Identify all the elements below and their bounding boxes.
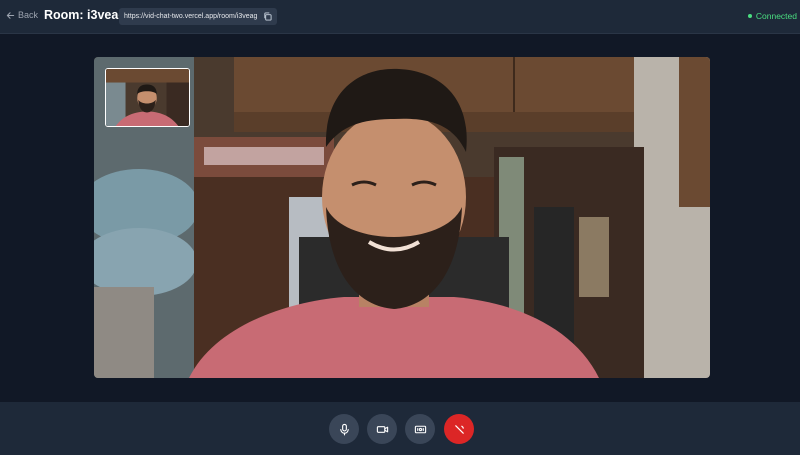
camera-button[interactable]	[367, 414, 397, 444]
back-button[interactable]: Back	[6, 10, 38, 20]
status-dot-icon	[747, 14, 752, 18]
screen-share-button[interactable]	[405, 414, 435, 444]
arrow-left-icon	[6, 11, 15, 19]
video-stage	[0, 34, 800, 402]
status-text: Connected	[755, 11, 797, 21]
phone-off-icon	[454, 424, 464, 434]
end-call-button[interactable]	[444, 414, 474, 444]
mic-button[interactable]	[329, 414, 359, 444]
connection-status: Connected	[747, 11, 797, 21]
room-title: Room: i3veag	[44, 8, 126, 22]
remote-video	[94, 57, 710, 378]
back-label: Back	[18, 10, 39, 20]
call-controls-bar	[0, 402, 800, 455]
video-icon	[376, 425, 388, 433]
top-bar: Back Room: i3veag https://vid-chat-two.v…	[0, 0, 800, 34]
copy-icon[interactable]	[263, 12, 272, 21]
room-url-box: https://vid-chat-two.vercel.app/room/i3v…	[119, 8, 277, 25]
room-url-text: https://vid-chat-two.vercel.app/room/i3v…	[124, 13, 258, 20]
mic-icon	[339, 423, 349, 435]
screen-share-icon	[414, 425, 426, 433]
local-self-view-video	[106, 69, 189, 126]
self-view[interactable]	[105, 68, 190, 127]
